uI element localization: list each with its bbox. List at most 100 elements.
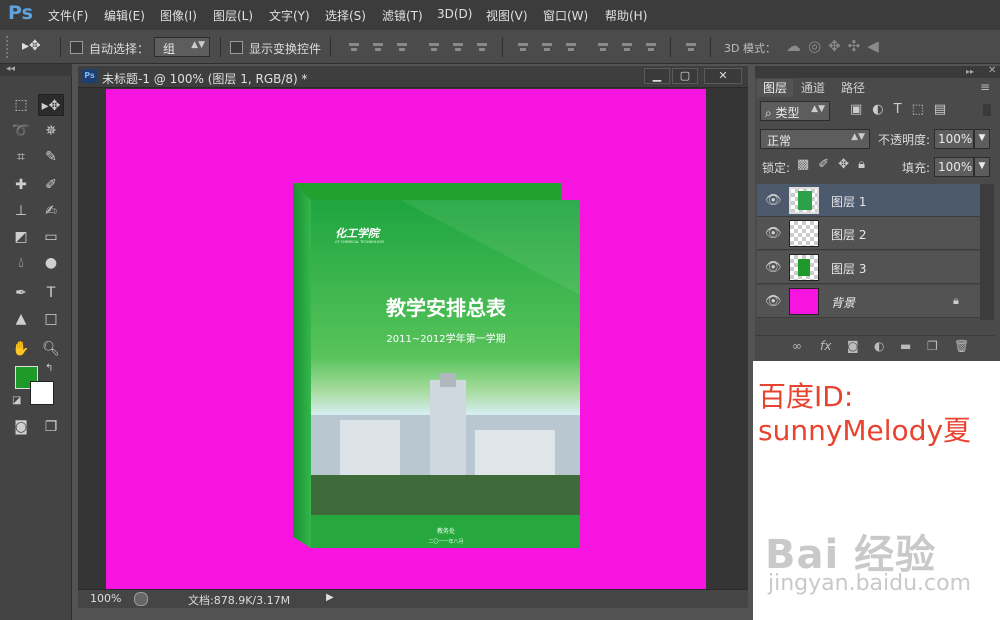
distribute-right-icon[interactable] bbox=[644, 40, 658, 54]
collapse-icon[interactable]: ◂◂ bbox=[6, 64, 15, 74]
distribute-left-icon[interactable] bbox=[596, 40, 610, 54]
align-hcenter-icon[interactable] bbox=[451, 40, 465, 54]
stamp-tool-icon[interactable]: ⊥ bbox=[8, 200, 34, 222]
status-menu-arrow-icon[interactable]: ▶ bbox=[326, 592, 334, 603]
layer-filter-icons[interactable]: ▣◐T⬚▤ bbox=[850, 102, 956, 117]
layer-row-1[interactable]: 👁︎ 图层 1 bbox=[757, 184, 980, 217]
align-left-icon[interactable] bbox=[427, 40, 441, 54]
book-box-artwork[interactable]: 化工学院 OF CHEMICAL TECHNOLOGY 教学安排总表 2011~… bbox=[280, 175, 590, 555]
distribute-top-icon[interactable] bbox=[516, 40, 530, 54]
layer-row-3[interactable]: 👁︎ 图层 3 bbox=[757, 251, 980, 284]
link-layers-icon[interactable]: ∞ bbox=[792, 339, 802, 353]
visibility-eye-icon[interactable]: 👁︎ bbox=[765, 294, 782, 309]
quick-mask-icon[interactable]: ◙ bbox=[8, 416, 34, 438]
new-group-icon[interactable]: ▬ bbox=[900, 339, 911, 353]
layer-thumbnail bbox=[789, 254, 819, 281]
menu-file[interactable]: 文件(F) bbox=[48, 7, 88, 24]
auto-select-dropdown[interactable]: 组 ▲▼ bbox=[154, 37, 210, 57]
marquee-tool-icon[interactable]: ⬚ bbox=[8, 94, 34, 116]
brush-tool-icon[interactable]: ✐ bbox=[38, 174, 64, 196]
adjustment-layer-icon[interactable]: ◐ bbox=[874, 339, 884, 353]
show-transform-checkbox[interactable] bbox=[230, 41, 243, 54]
align-top-icon[interactable] bbox=[347, 40, 361, 54]
auto-align-icon[interactable] bbox=[684, 40, 698, 54]
fill-dropdown-icon[interactable]: ▼ bbox=[974, 157, 990, 177]
move-tool-icon[interactable]: ▸✥ bbox=[38, 94, 64, 116]
blur-tool-icon[interactable]: 💧︎ bbox=[8, 252, 34, 274]
add-mask-icon[interactable]: ◙ bbox=[847, 339, 859, 353]
magic-wand-tool-icon[interactable]: ✵ bbox=[38, 120, 64, 142]
dodge-tool-icon[interactable]: ● bbox=[38, 252, 64, 274]
visibility-eye-icon[interactable]: 👁︎ bbox=[765, 260, 782, 275]
filter-toggle[interactable] bbox=[983, 104, 991, 116]
align-vcenter-icon[interactable] bbox=[371, 40, 385, 54]
status-options-icon[interactable] bbox=[134, 592, 148, 606]
layer-row-background[interactable]: 👁︎ 背景 🔒︎ bbox=[757, 285, 980, 318]
panel-collapse-icon[interactable]: ▸▸ bbox=[966, 67, 974, 76]
menu-image[interactable]: 图像(I) bbox=[160, 7, 197, 24]
visibility-eye-icon[interactable]: 👁︎ bbox=[765, 193, 782, 208]
healing-brush-tool-icon[interactable]: ✚ bbox=[8, 174, 34, 196]
minimize-icon[interactable]: ▁ bbox=[644, 68, 670, 84]
mode-3d-label: 3D 模式： bbox=[724, 42, 776, 55]
menu-filter[interactable]: 滤镜(T) bbox=[382, 7, 423, 24]
screen-mode-icon[interactable]: ❐ bbox=[38, 416, 64, 438]
grip-handle[interactable] bbox=[6, 36, 12, 58]
eyedropper-tool-icon[interactable]: ✎ bbox=[38, 146, 64, 168]
path-selection-tool-icon[interactable]: ▲ bbox=[8, 308, 34, 330]
new-layer-icon[interactable]: ❐ bbox=[927, 339, 938, 353]
distribute-vcenter-icon[interactable] bbox=[540, 40, 554, 54]
zoom-tool-icon[interactable]: 🔍︎ bbox=[38, 338, 64, 360]
3d-mode-icons[interactable]: ☁◎✥✣◀ bbox=[786, 37, 886, 55]
opacity-input[interactable]: 100% bbox=[934, 129, 974, 149]
layer-thumbnail bbox=[789, 187, 819, 214]
fx-icon[interactable]: fx bbox=[820, 339, 831, 353]
dropdown-arrow-icon: ▲▼ bbox=[191, 40, 205, 50]
menu-layer[interactable]: 图层(L) bbox=[213, 7, 253, 24]
eraser-tool-icon[interactable]: ◩ bbox=[8, 226, 34, 248]
hand-tool-icon[interactable]: ✋ bbox=[8, 338, 34, 360]
delete-layer-icon[interactable]: 🗑︎ bbox=[954, 339, 969, 353]
panel-close-icon[interactable]: ✕ bbox=[988, 65, 996, 76]
opacity-dropdown-icon[interactable]: ▼ bbox=[974, 129, 990, 149]
menu-edit[interactable]: 编辑(E) bbox=[104, 7, 145, 24]
type-tool-icon[interactable]: T bbox=[38, 282, 64, 304]
fill-input[interactable]: 100% bbox=[934, 157, 974, 177]
distribute-hcenter-icon[interactable] bbox=[620, 40, 634, 54]
auto-select-checkbox[interactable] bbox=[70, 41, 83, 54]
move-tool-preset-icon[interactable]: ▸✥ bbox=[22, 38, 41, 54]
lock-options-icons[interactable]: ▩✐✥🔒︎ bbox=[797, 157, 874, 172]
menu-view[interactable]: 视图(V) bbox=[486, 7, 528, 24]
zoom-level[interactable]: 100% bbox=[90, 592, 121, 605]
rectangle-tool-icon[interactable]: □ bbox=[38, 308, 64, 330]
tab-channels[interactable]: 通道 bbox=[795, 79, 831, 97]
menu-type[interactable]: 文字(Y) bbox=[269, 7, 310, 24]
align-bottom-icon[interactable] bbox=[395, 40, 409, 54]
background-color-swatch[interactable] bbox=[30, 381, 54, 405]
menu-help[interactable]: 帮助(H) bbox=[605, 7, 647, 24]
align-right-icon[interactable] bbox=[475, 40, 489, 54]
crop-tool-icon[interactable]: ⌗ bbox=[8, 146, 34, 168]
school-english-name: OF CHEMICAL TECHNOLOGY bbox=[335, 240, 385, 244]
distribute-bottom-icon[interactable] bbox=[564, 40, 578, 54]
history-brush-tool-icon[interactable]: ✍ bbox=[38, 200, 64, 222]
menu-window[interactable]: 窗口(W) bbox=[543, 7, 588, 24]
default-colors-icon[interactable]: ◪ bbox=[12, 395, 21, 406]
layer-filter-dropdown[interactable]: ⌕ 类型 ▲▼ bbox=[760, 101, 830, 121]
swap-colors-icon[interactable]: ↰ bbox=[45, 363, 53, 374]
gradient-tool-icon[interactable]: ▭ bbox=[38, 226, 64, 248]
tab-paths[interactable]: 路径 bbox=[835, 79, 871, 97]
pen-tool-icon[interactable]: ✒ bbox=[8, 282, 34, 304]
panel-menu-icon[interactable]: ≡ bbox=[980, 80, 990, 94]
menu-select[interactable]: 选择(S) bbox=[325, 7, 366, 24]
close-icon[interactable]: ✕ bbox=[704, 68, 742, 84]
blend-mode-dropdown[interactable]: 正常 ▲▼ bbox=[760, 129, 870, 149]
layer-row-2[interactable]: 👁︎ 图层 2 bbox=[757, 217, 980, 250]
tab-layers[interactable]: 图层 bbox=[757, 79, 794, 97]
thumb-green-rect bbox=[798, 259, 810, 276]
lasso-tool-icon[interactable]: ➰ bbox=[8, 120, 34, 142]
visibility-eye-icon[interactable]: 👁︎ bbox=[765, 226, 782, 241]
layers-scrollbar[interactable] bbox=[980, 184, 994, 320]
maximize-icon[interactable]: ▢ bbox=[672, 68, 698, 84]
menu-3d[interactable]: 3D(D) bbox=[437, 7, 472, 21]
